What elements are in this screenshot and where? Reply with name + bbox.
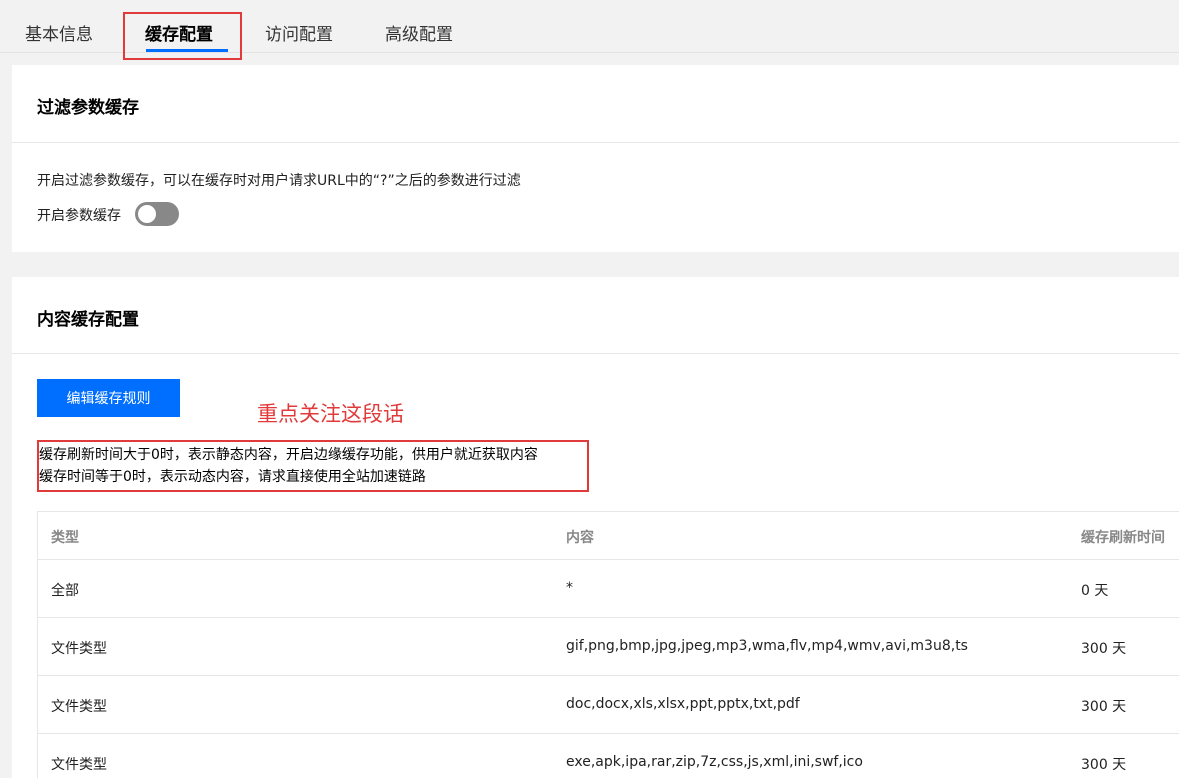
header-type: 类型 [51, 530, 79, 546]
divider [12, 353, 1179, 354]
filter-cache-description: 开启过滤参数缓存，可以在缓存时对用户请求URL中的“?”之后的参数进行过滤 [37, 173, 521, 189]
tab-cache-config[interactable]: 缓存配置 [145, 20, 213, 45]
tab-advanced-config[interactable]: 高级配置 [385, 20, 453, 45]
cache-note-static: 缓存刷新时间大于0时，表示静态内容，开启边缘缓存功能，供用户就近获取内容 [39, 447, 538, 463]
cell-type: 全部 [51, 583, 79, 599]
table-row: 文件类型 doc,docx,xls,xlsx,ppt,pptx,txt,pdf … [38, 676, 1179, 734]
cell-type: 文件类型 [51, 757, 107, 773]
cell-type: 文件类型 [51, 699, 107, 715]
table-header-row: 类型 内容 缓存刷新时间 [38, 512, 1179, 560]
header-content: 内容 [566, 530, 594, 546]
content-cache-card: 内容缓存配置 编辑缓存规则 重点关注这段话 缓存刷新时间大于0时，表示静态内容，… [12, 277, 1179, 778]
cell-type: 文件类型 [51, 641, 107, 657]
table-row: 全部 * 0 天 [38, 560, 1179, 618]
content-cache-title: 内容缓存配置 [37, 310, 139, 330]
edit-cache-rules-button[interactable]: 编辑缓存规则 [37, 379, 180, 417]
switch-knob [138, 205, 156, 223]
cell-content: gif,png,bmp,jpg,jpeg,mp3,wma,flv,mp4,wmv… [566, 638, 968, 654]
cache-note-dynamic: 缓存时间等于0时，表示动态内容，请求直接使用全站加速链路 [39, 469, 426, 485]
table-row: 文件类型 exe,apk,ipa,rar,zip,7z,css,js,xml,i… [38, 734, 1179, 778]
param-cache-switch[interactable] [135, 202, 179, 226]
tab-access-config[interactable]: 访问配置 [265, 20, 333, 45]
filter-cache-card: 过滤参数缓存 开启过滤参数缓存，可以在缓存时对用户请求URL中的“?”之后的参数… [12, 65, 1179, 252]
param-cache-switch-label: 开启参数缓存 [37, 208, 121, 224]
cache-rules-table: 类型 内容 缓存刷新时间 全部 * 0 天 文件类型 gif,png,bmp,j… [37, 511, 1179, 778]
cell-refresh-time: 300 天 [1081, 757, 1127, 773]
cell-refresh-time: 0 天 [1081, 583, 1109, 599]
cell-content: exe,apk,ipa,rar,zip,7z,css,js,xml,ini,sw… [566, 754, 863, 770]
tab-basic-info[interactable]: 基本信息 [25, 20, 93, 45]
divider [12, 142, 1179, 143]
header-refresh-time: 缓存刷新时间 [1081, 530, 1165, 546]
cell-refresh-time: 300 天 [1081, 699, 1127, 715]
annotation-text: 重点关注这段话 [257, 402, 404, 426]
cell-content: * [566, 580, 573, 596]
table-row: 文件类型 gif,png,bmp,jpg,jpeg,mp3,wma,flv,mp… [38, 618, 1179, 676]
cell-refresh-time: 300 天 [1081, 641, 1127, 657]
active-tab-indicator [146, 49, 228, 52]
filter-cache-title: 过滤参数缓存 [37, 98, 139, 118]
cell-content: doc,docx,xls,xlsx,ppt,pptx,txt,pdf [566, 696, 800, 712]
tab-bar: 基本信息 缓存配置 访问配置 高级配置 [0, 0, 1179, 53]
